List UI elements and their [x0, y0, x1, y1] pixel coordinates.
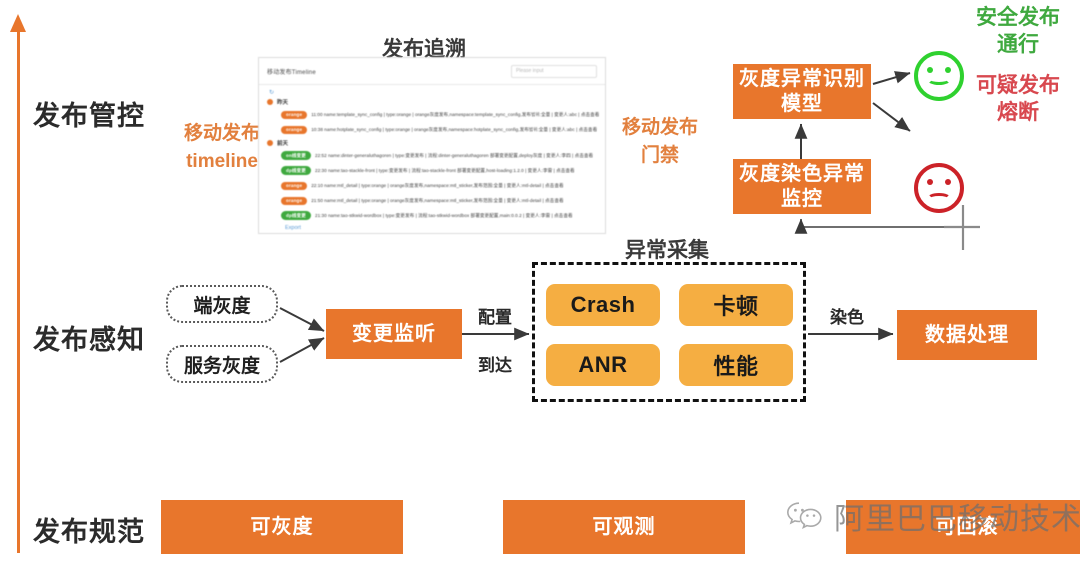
wechat-icon — [786, 502, 822, 530]
sad-face-icon — [914, 163, 964, 213]
status-badge: dp线变更 — [281, 166, 311, 175]
list-item[interactable]: orange 11:00 name:template_sync_config |… — [259, 107, 605, 122]
status-badge: dp线变更 — [281, 211, 311, 220]
release-timeline-screenshot-panel[interactable]: 移动发布Timeline Please input ↻ 昨天 orange 11… — [258, 57, 606, 234]
annotation-suspicious-release-line2: 熔断 — [997, 101, 1039, 125]
happy-eye-left-icon — [927, 67, 933, 73]
box-gray-anomaly-model-line2: 模型 — [781, 92, 823, 115]
box-gray-dye-anomaly-monitor-line1: 灰度染色异常 — [739, 163, 865, 186]
row-label-release-standard: 发布规范 — [33, 517, 145, 547]
row-label-release-perception: 发布感知 — [33, 325, 145, 355]
annotation-safe-release: 安全发布 通行 — [962, 4, 1074, 59]
list-item[interactable]: on线变更 22:52 name:dinter-generaluthagoren… — [259, 148, 605, 163]
status-badge: orange — [281, 110, 308, 119]
inset-body: ↻ 昨天 orange 11:00 name:template_sync_con… — [259, 85, 605, 233]
annotation-mobile-release-gate-line2: 门禁 — [640, 144, 679, 166]
timeline-dot-icon — [267, 99, 273, 105]
annotation-safe-release-line2: 通行 — [997, 33, 1039, 57]
annotation-suspicious-release-line1: 可疑发布 — [976, 74, 1060, 97]
status-badge: orange — [281, 125, 308, 134]
list-item[interactable]: orange 22:10 name:mtl_detail | type:oran… — [259, 178, 605, 193]
list-item-text: 22:52 name:dinter-generaluthagoren | typ… — [315, 152, 594, 158]
sad-eye-left-icon — [927, 179, 933, 185]
list-item[interactable]: orange 21:50 name:mtl_detail | type:oran… — [259, 193, 605, 208]
row-label-release-control: 发布管控 — [33, 101, 145, 131]
inset-group-label: 前天 — [277, 141, 289, 147]
status-badge: orange — [281, 181, 308, 190]
list-item[interactable]: orange 10:38 name:hotplate_sync_config |… — [259, 122, 605, 137]
box-gray-anomaly-model[interactable]: 灰度异常识别 模型 — [733, 64, 871, 119]
diagram-canvas: 发布管控 发布感知 发布规范 发布追溯 移动发布 timeline 移动发布 门… — [0, 0, 1080, 565]
edge-label-dye: 染色 — [830, 308, 864, 327]
edge-label-config: 配置 — [478, 308, 512, 327]
list-item-text: 22:30 name:tao-stackle-front | type:变更发布… — [315, 167, 575, 173]
inset-search-input[interactable]: Please input — [511, 64, 597, 78]
label-exception-collection: 异常采集 — [625, 239, 709, 262]
inset-group-header: 前天 — [259, 139, 605, 147]
annotation-mobile-release-gate: 移动发布 门禁 — [608, 114, 712, 169]
status-badge: orange — [281, 196, 308, 205]
box-change-listener[interactable]: 变更监听 — [326, 309, 462, 359]
pill-crash[interactable]: Crash — [546, 284, 660, 326]
happy-face-icon — [914, 51, 964, 101]
annotation-safe-release-line1: 安全发布 — [976, 6, 1060, 29]
pill-lag[interactable]: 卡顿 — [679, 284, 793, 326]
pill-performance[interactable]: 性能 — [679, 344, 793, 386]
pill-anr[interactable]: ANR — [546, 344, 660, 386]
watermark-text: 阿里巴巴移动技术 — [834, 503, 1080, 536]
inset-group-label: 昨天 — [277, 100, 289, 106]
axis-vertical-line — [17, 28, 20, 553]
list-item-text: 10:38 name:hotplate_sync_config | type:o… — [311, 126, 598, 132]
list-item[interactable]: dp线变更 21:30 name:tao-stkwid-wordbox | ty… — [259, 208, 605, 223]
list-item-text: 21:30 name:tao-stkwid-wordbox | type:变更发… — [315, 212, 573, 218]
box-gray-anomaly-model-line1: 灰度异常识别 — [739, 68, 865, 91]
inset-header: 移动发布Timeline Please input — [259, 58, 605, 85]
list-item-text: 11:00 name:template_sync_config | type:o… — [311, 111, 600, 117]
box-data-processing[interactable]: 数据处理 — [897, 310, 1037, 360]
list-item-text: 21:50 name:mtl_detail | type:orange | or… — [311, 197, 564, 203]
happy-eye-right-icon — [945, 67, 951, 73]
annotation-suspicious-release: 可疑发布 熔断 — [962, 72, 1074, 127]
inset-title: 移动发布Timeline — [267, 69, 316, 76]
status-badge: on线变更 — [281, 151, 311, 160]
capsule-service-gray[interactable]: 服务灰度 — [166, 345, 278, 383]
watermark: 阿里巴巴移动技术 — [785, 494, 1080, 538]
list-item-text: 22:10 name:mtl_detail | type:orange | or… — [311, 182, 564, 188]
sad-eye-right-icon — [945, 179, 951, 185]
list-item[interactable]: dp线变更 22:30 name:tao-stackle-front | typ… — [259, 163, 605, 178]
happy-mouth-icon — [927, 74, 951, 85]
refresh-icon[interactable]: ↻ — [259, 89, 605, 96]
edge-label-arrive: 到达 — [478, 356, 512, 375]
box-gray-dye-anomaly-monitor[interactable]: 灰度染色异常 监控 — [733, 159, 871, 214]
box-can-observe[interactable]: 可观测 — [503, 500, 745, 554]
box-can-gray[interactable]: 可灰度 — [161, 500, 403, 554]
sad-mouth-icon — [927, 193, 951, 204]
capsule-client-gray[interactable]: 端灰度 — [166, 285, 278, 323]
timeline-dot-icon — [267, 140, 273, 146]
export-link[interactable]: Export — [259, 223, 605, 231]
inset-group-header: 昨天 — [259, 98, 605, 106]
box-gray-dye-anomaly-monitor-line2: 监控 — [781, 187, 823, 210]
annotation-mobile-release-gate-line1: 移动发布 — [621, 117, 698, 138]
